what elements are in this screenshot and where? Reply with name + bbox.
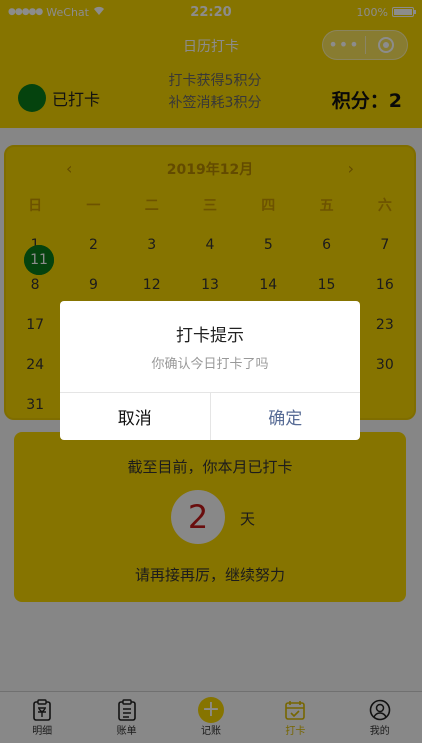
checkin-confirm-dialog: 打卡提示 你确认今日打卡了吗 取消 确定 [60, 301, 360, 440]
cancel-button[interactable]: 取消 [60, 393, 211, 440]
confirm-button[interactable]: 确定 [211, 393, 361, 440]
dialog-title: 打卡提示 [176, 326, 244, 346]
dialog-actions: 取消 确定 [60, 392, 360, 440]
dialog-message: 你确认今日打卡了吗 [151, 357, 269, 372]
app-root: ●●●●● WeChat 22:20 100% 日历打卡 ••• 已打卡 打卡获… [0, 0, 422, 743]
